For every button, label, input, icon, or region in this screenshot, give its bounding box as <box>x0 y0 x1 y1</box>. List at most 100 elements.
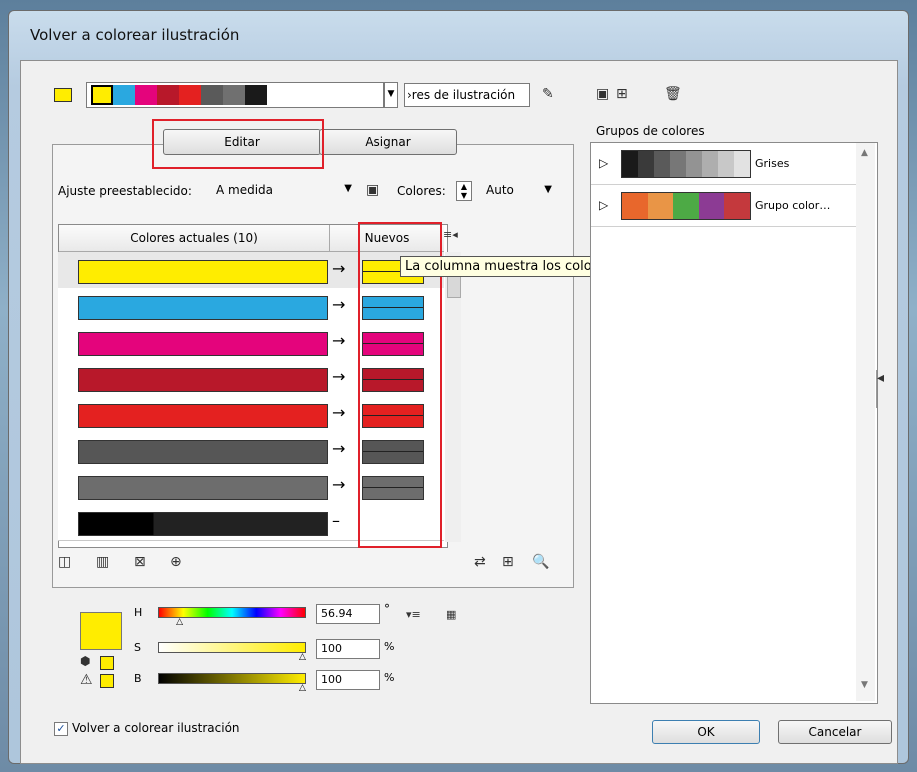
preset-dropdown[interactable]: A medida ▼ <box>212 178 354 202</box>
save-group-icon[interactable]: ▣ <box>596 86 609 102</box>
colors-label: Colores: <box>397 184 446 198</box>
dialog-title: Volver a colorear ilustración <box>30 26 240 44</box>
current-color-bar[interactable] <box>78 368 328 392</box>
recolor-checkbox[interactable]: ✓ <box>54 722 68 736</box>
current-color-bar[interactable] <box>78 512 328 536</box>
preset-label: Ajuste preestablecido: <box>58 184 192 198</box>
strip-dropdown-arrow[interactable]: ▼ <box>384 82 398 108</box>
randomize-order-icon[interactable]: ⇄ <box>474 554 486 570</box>
color-group-row[interactable]: ▷ Grises <box>591 144 856 185</box>
column-options-icon[interactable]: ≡◂ <box>443 228 458 241</box>
arrow-right-icon: → <box>332 367 346 386</box>
scroll-up-icon[interactable]: ▲ <box>861 148 868 158</box>
s-slider-handle[interactable]: △ <box>299 652 306 662</box>
current-color-bar[interactable] <box>78 404 328 428</box>
group-swatches <box>621 192 751 220</box>
group-swatch <box>673 193 699 219</box>
scroll-down-icon[interactable]: ▼ <box>861 680 868 690</box>
new-row-icon[interactable]: ⊕ <box>170 554 182 570</box>
randomize-saturation-icon[interactable]: ⊞ <box>502 554 514 570</box>
strip-swatch[interactable] <box>179 85 201 105</box>
group-swatch <box>698 193 725 219</box>
group-swatch <box>638 151 654 177</box>
color-mode-icon[interactable]: ▣ <box>366 182 379 198</box>
color-strip[interactable] <box>86 82 384 108</box>
strip-swatch[interactable] <box>223 85 245 105</box>
cube-icon: ⬢ <box>80 654 91 668</box>
strip-swatch[interactable] <box>201 85 223 105</box>
current-color-bar[interactable] <box>78 440 328 464</box>
b-value-field[interactable]: 100 <box>316 670 380 690</box>
chevron-down-icon: ▼ <box>344 183 352 194</box>
colors-dropdown[interactable]: Auto ▼ <box>474 181 556 201</box>
group-swatch <box>622 193 648 219</box>
exclude-colors-icon[interactable]: ⊠ <box>134 554 146 570</box>
table-header-current[interactable]: Colores actuales (10) <box>59 225 330 252</box>
strip-swatch[interactable] <box>245 85 267 105</box>
color-preview <box>80 612 122 650</box>
current-color-bar[interactable] <box>78 332 328 356</box>
web-safe-swatch[interactable] <box>100 674 114 688</box>
arrow-right-icon: → <box>332 439 346 458</box>
colors-stepper[interactable]: ▲ ▼ <box>456 181 472 201</box>
groups-scrollbar[interactable] <box>856 143 875 701</box>
editar-highlight <box>152 119 324 169</box>
arrow-right-icon: → <box>332 295 346 314</box>
s-label: S <box>134 641 141 654</box>
expand-triangle-icon[interactable]: ▷ <box>599 198 608 212</box>
groups-title: Grupos de colores <box>596 124 705 138</box>
arrow-right-icon: → <box>332 331 346 350</box>
strip-swatch[interactable] <box>157 85 179 105</box>
group-swatch <box>724 193 750 219</box>
group-swatch <box>686 151 702 177</box>
arrow-right-icon: → <box>332 475 346 494</box>
merge-colors-icon[interactable]: ◫ <box>58 554 71 570</box>
new-group-icon[interactable]: ⊞ <box>616 86 628 102</box>
group-name: Grupo color… <box>755 199 831 212</box>
h-slider-handle[interactable]: △ <box>176 617 183 627</box>
h-unit: ° <box>384 602 390 616</box>
tab-asignar[interactable]: Asignar <box>319 129 457 155</box>
b-slider[interactable] <box>158 673 306 684</box>
current-color-bar[interactable] <box>78 296 328 320</box>
group-swatch <box>702 151 718 177</box>
separate-colors-icon[interactable]: ▥ <box>96 554 109 570</box>
delete-group-icon[interactable]: 🗑 <box>664 86 682 102</box>
color-group-row[interactable]: ▷ Grupo color… <box>591 186 856 227</box>
h-value-field[interactable]: 56.94 <box>316 604 380 624</box>
h-label: H <box>134 606 143 619</box>
group-swatches <box>621 150 751 178</box>
s-unit: % <box>384 640 395 653</box>
eyedropper-icon[interactable]: ✎ <box>542 86 554 102</box>
s-slider[interactable] <box>158 642 306 653</box>
group-swatch <box>670 151 686 177</box>
gamut-swatch[interactable] <box>100 656 114 670</box>
current-color-bar[interactable] <box>78 476 328 500</box>
group-swatch <box>622 151 638 177</box>
collapse-panel-icon[interactable]: ◂ <box>876 370 889 408</box>
current-color-bar[interactable] <box>78 260 328 284</box>
group-swatch <box>718 151 734 177</box>
strip-swatch[interactable] <box>135 85 157 105</box>
chevron-down-icon: ▼ <box>544 184 552 195</box>
dash-icon: – <box>332 511 340 530</box>
artwork-colors-dropdown[interactable]: ›res de ilustración <box>404 83 530 107</box>
ok-button[interactable]: OK <box>652 720 760 744</box>
group-swatch <box>734 151 750 177</box>
color-library-icon[interactable]: ▦ <box>446 608 456 621</box>
active-color-swatch[interactable] <box>54 88 72 102</box>
b-label: B <box>134 672 142 685</box>
find-color-icon[interactable]: 🔍 <box>532 554 549 570</box>
expand-triangle-icon[interactable]: ▷ <box>599 156 608 170</box>
warning-icon: ⚠ <box>80 672 93 688</box>
preset-value: A medida <box>216 183 274 197</box>
group-name: Grises <box>755 157 790 170</box>
arrow-right-icon: → <box>332 403 346 422</box>
strip-swatch[interactable] <box>91 85 113 105</box>
b-slider-handle[interactable]: △ <box>299 683 306 693</box>
s-value-field[interactable]: 100 <box>316 639 380 659</box>
strip-swatch[interactable] <box>113 85 135 105</box>
slider-menu-icon[interactable]: ▾≡ <box>406 608 421 621</box>
cancel-button[interactable]: Cancelar <box>778 720 892 744</box>
group-swatch <box>654 151 670 177</box>
